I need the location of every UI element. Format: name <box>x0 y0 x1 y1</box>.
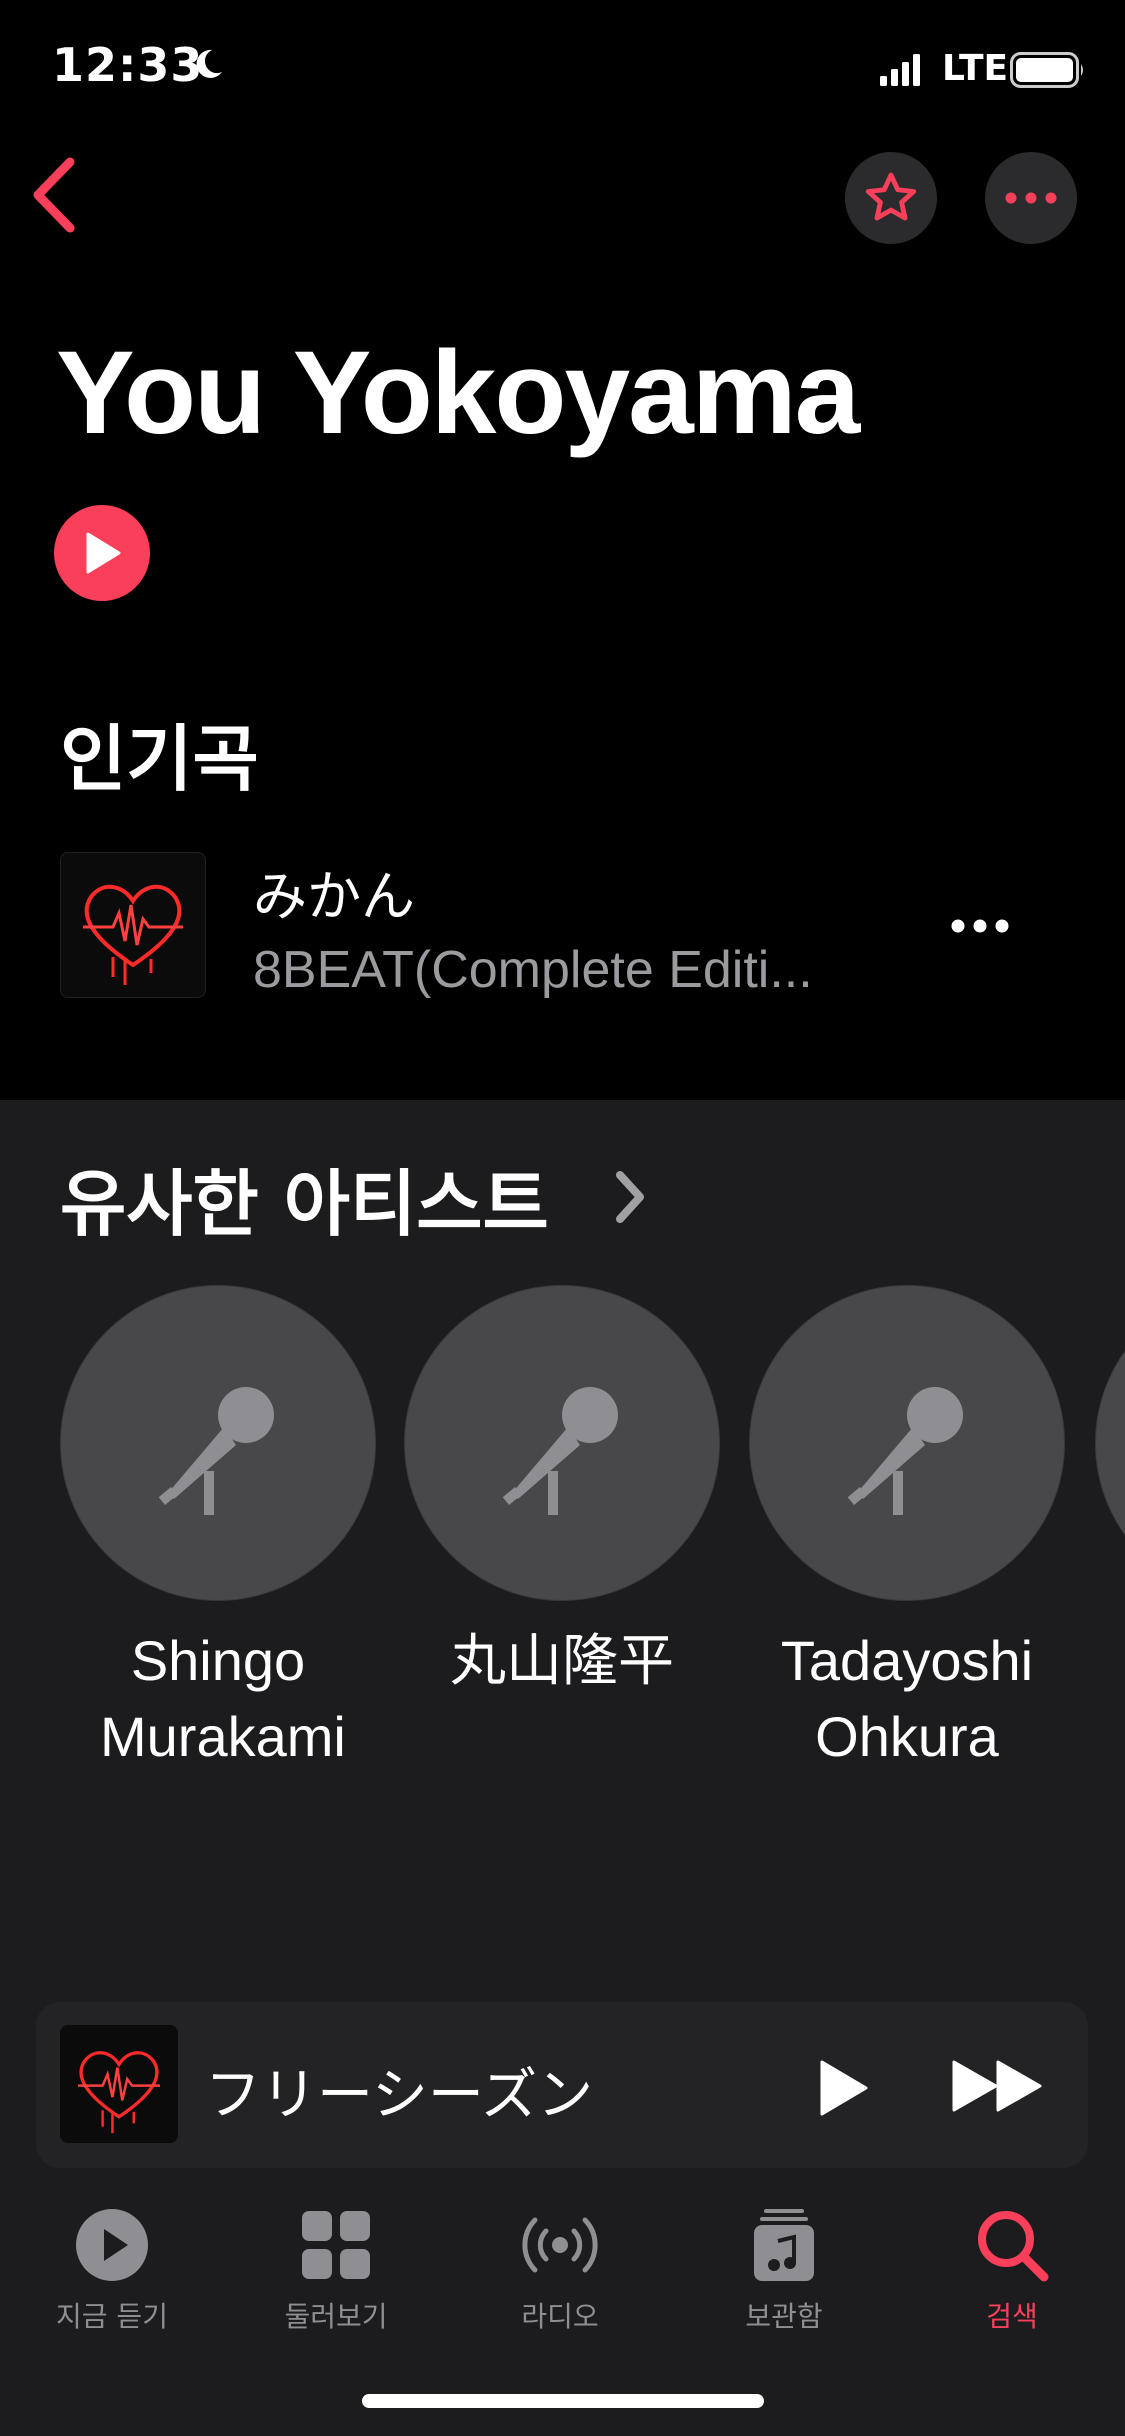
tab-listen-now[interactable]: 지금 듣기 <box>22 2205 202 2335</box>
chevron-right-icon[interactable] <box>608 1165 652 1229</box>
network-label: LTE <box>942 48 1009 89</box>
more-options-button[interactable] <box>985 152 1077 244</box>
back-chevron-icon[interactable] <box>22 150 92 240</box>
radio-icon <box>522 2217 598 2273</box>
play-circle-icon <box>76 2209 148 2281</box>
tab-label: 보관함 <box>745 2300 823 2333</box>
tab-browse[interactable]: 둘러보기 <box>246 2205 426 2335</box>
tab-library[interactable]: 보관함 <box>694 2205 874 2335</box>
heart-artwork-icon <box>83 885 183 985</box>
tab-label: 검색 <box>986 2300 1038 2333</box>
moon-icon <box>196 49 222 78</box>
artist-name: You Yokoyama <box>56 327 860 459</box>
now-playing-title[interactable]: フリーシーズン <box>205 2050 593 2131</box>
status-time: 12:33 <box>52 38 204 92</box>
artist-avatar <box>749 1285 1065 1601</box>
song-more-icon[interactable] <box>945 906 1015 946</box>
song-title[interactable]: みかん <box>253 852 415 931</box>
similar-artist-card[interactable]: Tadayoshi Ohkura <box>749 1285 1065 1775</box>
microphone-icon <box>502 1387 618 1515</box>
library-icon <box>754 2209 814 2281</box>
microphone-icon <box>847 1387 963 1515</box>
tab-label: 둘러보기 <box>284 2300 388 2333</box>
album-artwork[interactable] <box>60 852 206 998</box>
play-icon[interactable] <box>812 2058 872 2118</box>
tab-label: 라디오 <box>521 2300 599 2333</box>
signal-icon <box>880 54 920 86</box>
mini-player-artwork[interactable] <box>60 2025 178 2143</box>
tab-radio[interactable]: 라디오 <box>470 2205 650 2335</box>
microphone-icon <box>158 1387 274 1515</box>
similar-artist-card[interactable]: 丸山隆平 <box>404 1285 720 1699</box>
similar-artists-heading[interactable]: 유사한 아티스트 <box>60 1145 549 1250</box>
tab-search[interactable]: 검색 <box>922 2205 1102 2335</box>
artist-avatar <box>1095 1285 1125 1601</box>
similar-artist-name: 丸山隆平 <box>450 1629 674 1692</box>
play-artist-button[interactable] <box>54 505 150 601</box>
artist-avatar <box>60 1285 376 1601</box>
similar-artist-name: Tadayoshi Ohkura <box>780 1629 1034 1768</box>
play-icon <box>86 532 121 574</box>
popular-songs-heading: 인기곡 <box>60 717 259 801</box>
fast-forward-icon[interactable] <box>950 2058 1046 2114</box>
similar-artist-card[interactable]: Shingo Murakami <box>60 1285 376 1775</box>
similar-artist-card-partial[interactable] <box>1095 1285 1125 1601</box>
artist-avatar <box>404 1285 720 1601</box>
favorite-button[interactable] <box>845 152 937 244</box>
star-icon <box>865 172 917 221</box>
heart-artwork-icon <box>78 2051 160 2134</box>
ellipsis-icon <box>1005 192 1057 204</box>
search-icon <box>978 2211 1049 2282</box>
battery-icon <box>1010 52 1083 88</box>
grid-icon <box>302 2211 370 2279</box>
tab-label: 지금 듣기 <box>56 2300 168 2333</box>
similar-artist-name: Shingo Murakami <box>100 1629 346 1768</box>
home-indicator[interactable] <box>362 2394 764 2408</box>
song-album: 8BEAT(Complete Editi... <box>253 941 813 999</box>
